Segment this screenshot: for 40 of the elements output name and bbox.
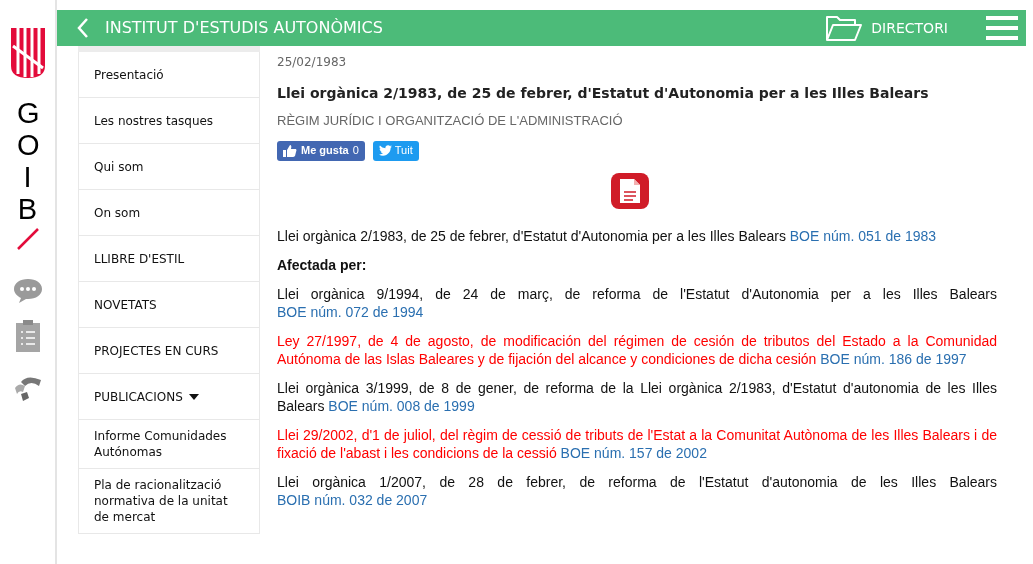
boe-link[interactable]: BOE núm. 157 de 2002: [560, 444, 707, 461]
clipboard-icon[interactable]: [14, 319, 41, 352]
chat-bubble-icon[interactable]: [12, 277, 43, 304]
amendment-text: Llei orgànica 1/2007, de 28 de febrer, de reforma de l'Estatut d'autonomia de les Illes Balears BOIB núm. 032 de 2007: [277, 472, 997, 509]
pdf-document-icon[interactable]: [609, 170, 651, 211]
sidebar-item[interactable]: Pla de racionalització normativa de la unitat de mercat: [78, 469, 260, 534]
date-text: 25/02/1983: [277, 54, 348, 71]
sidebar-item[interactable]: Qui som: [78, 144, 260, 190]
amendment-text: Llei orgànica 9/1994, de 24 de març, de reforma de l'Estatut d'Autonomia per a les Illes Balears BOE núm. 072 de 1994: [277, 284, 997, 321]
boe-link[interactable]: BOIB núm. 032 de 2007: [277, 491, 428, 508]
sidebar-item[interactable]: PUBLICACIONS: [78, 374, 260, 420]
amendment-text: Llei 29/2002, d'1 de juliol, del règim de cessió de tributs de l'Estat a la Comunitat Autònoma de les Illes Balears i de fixació de l'abast i les condicions de la cessió BOE núm. 157 de 2002: [277, 425, 997, 462]
like-button[interactable]: Me gusta 0: [277, 140, 365, 161]
sidebar-item[interactable]: LLIBRE D'ESTIL: [78, 236, 260, 282]
law-reference: Llei orgànica 2/1983, de 25 de febrer, d'Estatut d'Autonomia per a les Illes Balears BOE núm. 051 de 1983: [277, 226, 938, 245]
back-chevron-icon[interactable]: [77, 18, 89, 38]
sidebar-item[interactable]: Informe Comunidades Autónomas: [78, 420, 260, 469]
menu-icon[interactable]: [986, 15, 1018, 41]
boe-link[interactable]: BOE núm. 072 de 1994: [277, 303, 424, 320]
slash-icon: [16, 227, 39, 250]
folder-icon[interactable]: [825, 14, 864, 42]
bird-icon: [378, 145, 392, 156]
article-title: Llei orgànica 2/1983, de 25 de febrer, d'Estatut d'Autonomia per a les Illes Balears: [277, 84, 930, 103]
boe-link[interactable]: BOE núm. 186 de 1997: [820, 350, 967, 367]
amendment-text: Ley 27/1997, de 4 de agosto, de modificación del régimen de cesión de tributos del Estado a la Comunidad Autónoma de las Islas Baleares y de fijación del alcance y condiciones de dicha cesión BOE núm. 186 de 1997: [277, 331, 997, 368]
header-title: INSTITUT D'ESTUDIS AUTONÒMICS: [105, 17, 383, 39]
affected-heading: Afectada per:: [277, 255, 368, 274]
category-text: RÈGIM JURÍDIC I ORGANITZACIÓ DE L'ADMINISTRACIÓ: [277, 112, 624, 130]
boe-link[interactable]: BOE núm. 051 de 1983: [789, 227, 937, 244]
sidebar-item[interactable]: Presentació: [78, 52, 260, 98]
sidebar-item[interactable]: PROJECTES EN CURS: [78, 328, 260, 374]
flag-logo-icon: [10, 28, 45, 78]
thumbs-up-icon: [283, 144, 297, 157]
sidebar-item[interactable]: Les nostres tasques: [78, 98, 260, 144]
boe-link[interactable]: BOE núm. 008 de 1999: [328, 397, 475, 414]
wordmark: GOIB: [17, 98, 38, 226]
amendment-text: Llei orgànica 3/1999, de 8 de gener, de reforma de la Llei orgànica 2/1983, d'Estatut d'autonomia de les Illes Balears BOE núm. 008 de 1999: [277, 378, 997, 415]
sidebar-item[interactable]: On som: [78, 190, 260, 236]
caret-down-icon: [188, 393, 199, 400]
sidebar-item[interactable]: NOVETATS: [78, 282, 260, 328]
